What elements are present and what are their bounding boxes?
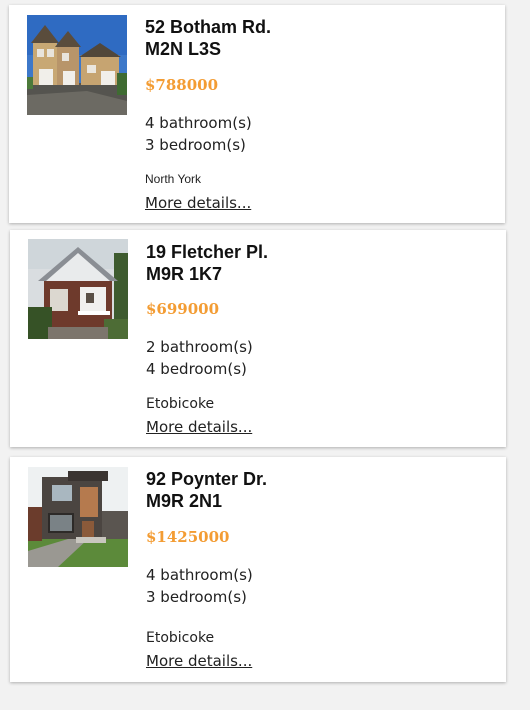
address-street: 19 Fletcher Pl. <box>146 242 269 262</box>
bedroom-count: 3 bedroom(s) <box>146 588 247 606</box>
more-details-link[interactable]: More details... <box>145 194 251 212</box>
listing-card: 92 Poynter Dr. M9R 2N1 $1425000 4 bathro… <box>10 457 506 682</box>
more-details-link[interactable]: More details... <box>146 652 252 670</box>
listing-card: 19 Fletcher Pl. M9R 1K7 $699000 2 bathro… <box>10 230 506 447</box>
listing-features: 4 bathroom(s) 3 bedroom(s) <box>146 564 253 608</box>
listing-area: Etobicoke <box>146 630 215 646</box>
house-photo[interactable] <box>28 467 128 567</box>
listing-address: 19 Fletcher Pl. M9R 1K7 <box>146 241 268 285</box>
listing-features: 4 bathroom(s) 3 bedroom(s) <box>145 112 252 156</box>
listing-features: 2 bathroom(s) 4 bedroom(s) <box>146 336 253 380</box>
listing-area: Etobicoke <box>146 396 215 412</box>
address-street: 52 Botham Rd. <box>145 17 272 37</box>
bedroom-count: 4 bedroom(s) <box>146 360 247 378</box>
listing-list: 52 Botham Rd. M2N L3S $788000 4 bathroom… <box>0 0 530 710</box>
address-postal-code: M9R 1K7 <box>146 264 223 284</box>
bathroom-count: 2 bathroom(s) <box>146 338 253 356</box>
address-postal-code: M9R 2N1 <box>146 491 223 511</box>
listing-price: $699000 <box>146 300 220 318</box>
house-photo[interactable] <box>27 15 127 115</box>
address-postal-code: M2N L3S <box>145 39 222 59</box>
house-photo[interactable] <box>28 239 128 339</box>
listing-card: 52 Botham Rd. M2N L3S $788000 4 bathroom… <box>9 5 505 223</box>
address-street: 92 Poynter Dr. <box>146 469 268 489</box>
listing-address: 52 Botham Rd. M2N L3S <box>145 16 271 60</box>
more-details-link[interactable]: More details... <box>146 418 252 436</box>
bedroom-count: 3 bedroom(s) <box>145 136 246 154</box>
bathroom-count: 4 bathroom(s) <box>146 566 253 584</box>
listing-price: $1425000 <box>146 528 230 546</box>
bathroom-count: 4 bathroom(s) <box>145 114 252 132</box>
listing-address: 92 Poynter Dr. M9R 2N1 <box>146 468 267 512</box>
listing-area: North York <box>145 172 202 186</box>
listing-price: $788000 <box>145 76 219 94</box>
